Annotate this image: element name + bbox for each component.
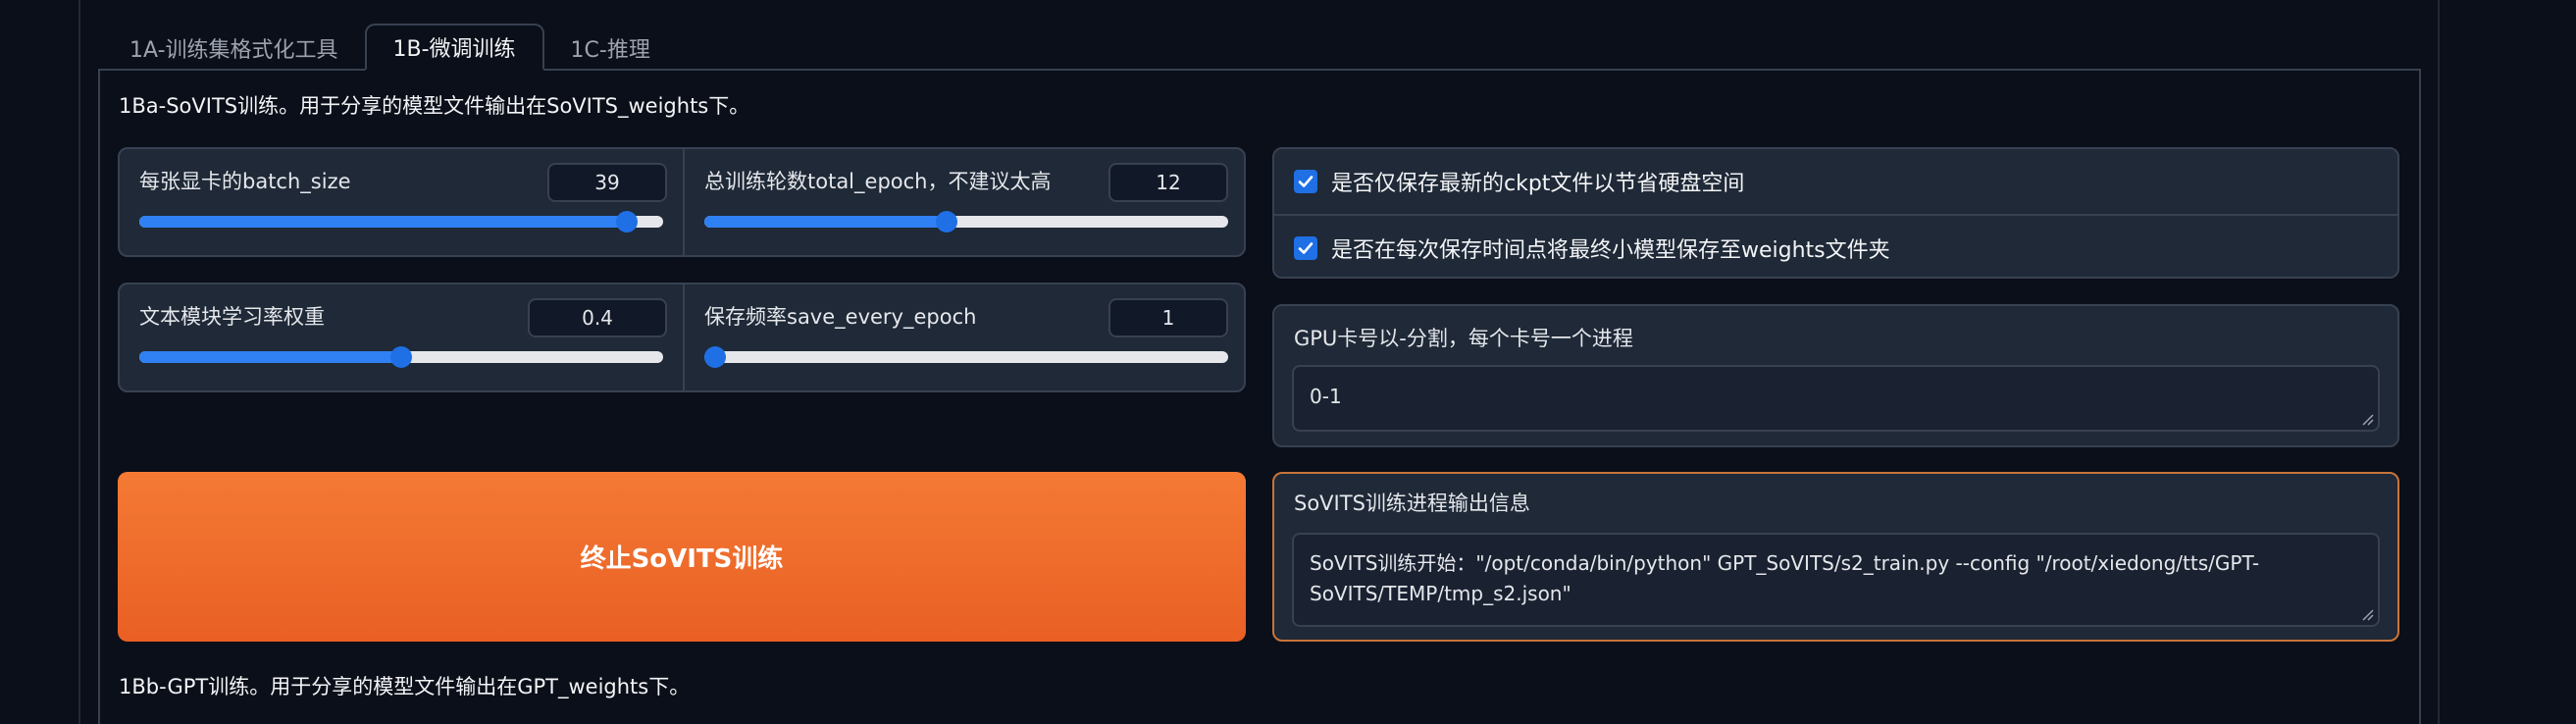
checkmark-icon: [1298, 242, 1314, 254]
tab-finetune[interactable]: 1B-微调训练: [364, 24, 544, 71]
gpu-field-box: GPU卡号以-分割，每个卡号一个进程 0-1: [1272, 304, 2399, 447]
tab-dataset-format[interactable]: 1A-训练集格式化工具: [103, 26, 365, 71]
gpu-input-value: 0-1: [1310, 385, 1342, 408]
slider-group-top: 每张显卡的batch_size 39 总训练轮数total_epoch，不建议太…: [118, 147, 1246, 257]
save-every-epoch-input[interactable]: 1: [1108, 298, 1228, 337]
batch-size-label: 每张显卡的batch_size: [139, 170, 351, 193]
checkbox-group: 是否仅保存最新的ckpt文件以节省硬盘空间 是否在每次保存时间点将最终小模型保存…: [1272, 147, 2399, 279]
total-epoch-label: 总训练轮数total_epoch，不建议太高: [704, 170, 1052, 193]
batch-size-thumb[interactable]: [616, 211, 639, 233]
gpu-input[interactable]: 0-1: [1292, 365, 2380, 432]
save-every-epoch-track[interactable]: [704, 346, 1228, 368]
save-every-epoch-label: 保存频率save_every_epoch: [704, 305, 977, 329]
text-lr-thumb[interactable]: [390, 346, 412, 368]
batch-size-track[interactable]: [139, 211, 663, 233]
batch-size-slider: 每张显卡的batch_size 39: [120, 149, 683, 255]
save-every-weights-checkbox[interactable]: [1294, 236, 1317, 260]
resize-grip-icon[interactable]: [2360, 412, 2374, 426]
total-epoch-input[interactable]: 12: [1108, 163, 1228, 202]
gpu-field-label: GPU卡号以-分割，每个卡号一个进程: [1294, 327, 1633, 350]
save-latest-only-label: 是否仅保存最新的ckpt文件以节省硬盘空间: [1331, 172, 1745, 196]
tab-bar: 1A-训练集格式化工具 1B-微调训练 1C-推理: [103, 24, 677, 71]
text-lr-fill: [139, 351, 401, 363]
total-epoch-fill: [704, 216, 946, 228]
save-latest-only-checkbox[interactable]: [1294, 170, 1317, 193]
gpt-section-title: 1Bb-GPT训练。用于分享的模型文件输出在GPT_weights下。: [119, 675, 691, 698]
stop-sovits-training-button[interactable]: 终止SoVITS训练: [118, 472, 1246, 642]
save-latest-only-row[interactable]: 是否仅保存最新的ckpt文件以节省硬盘空间: [1274, 149, 2397, 214]
output-textarea[interactable]: SoVITS训练开始："/opt/conda/bin/python" GPT_S…: [1292, 533, 2380, 627]
text-lr-label: 文本模块学习率权重: [139, 305, 325, 329]
total-epoch-track[interactable]: [704, 211, 1228, 233]
output-label: SoVITS训练进程输出信息: [1294, 491, 1530, 515]
text-lr-track[interactable]: [139, 346, 663, 368]
batch-size-input[interactable]: 39: [547, 163, 667, 202]
text-lr-slider: 文本模块学习率权重 0.4: [120, 284, 683, 390]
text-lr-input[interactable]: 0.4: [528, 298, 667, 337]
batch-size-fill: [139, 216, 638, 228]
sovits-section-title: 1Ba-SoVITS训练。用于分享的模型文件输出在SoVITS_weights下…: [119, 94, 750, 118]
tab-inference[interactable]: 1C-推理: [544, 26, 677, 71]
resize-grip-icon[interactable]: [2360, 607, 2374, 621]
save-every-epoch-slider: 保存频率save_every_epoch 1: [685, 284, 1248, 390]
output-box: SoVITS训练进程输出信息 SoVITS训练开始："/opt/conda/bi…: [1272, 472, 2399, 642]
save-every-epoch-thumb[interactable]: [704, 346, 726, 368]
total-epoch-thumb[interactable]: [935, 211, 957, 233]
save-every-weights-row[interactable]: 是否在每次保存时间点将最终小模型保存至weights文件夹: [1274, 216, 2397, 281]
total-epoch-slider: 总训练轮数total_epoch，不建议太高 12: [685, 149, 1248, 255]
checkmark-icon: [1298, 176, 1314, 187]
save-every-weights-label: 是否在每次保存时间点将最终小模型保存至weights文件夹: [1331, 238, 1890, 263]
slider-group-bottom: 文本模块学习率权重 0.4 保存频率save_every_epoch 1: [118, 283, 1246, 392]
output-text: SoVITS训练开始："/opt/conda/bin/python" GPT_S…: [1310, 551, 2260, 605]
